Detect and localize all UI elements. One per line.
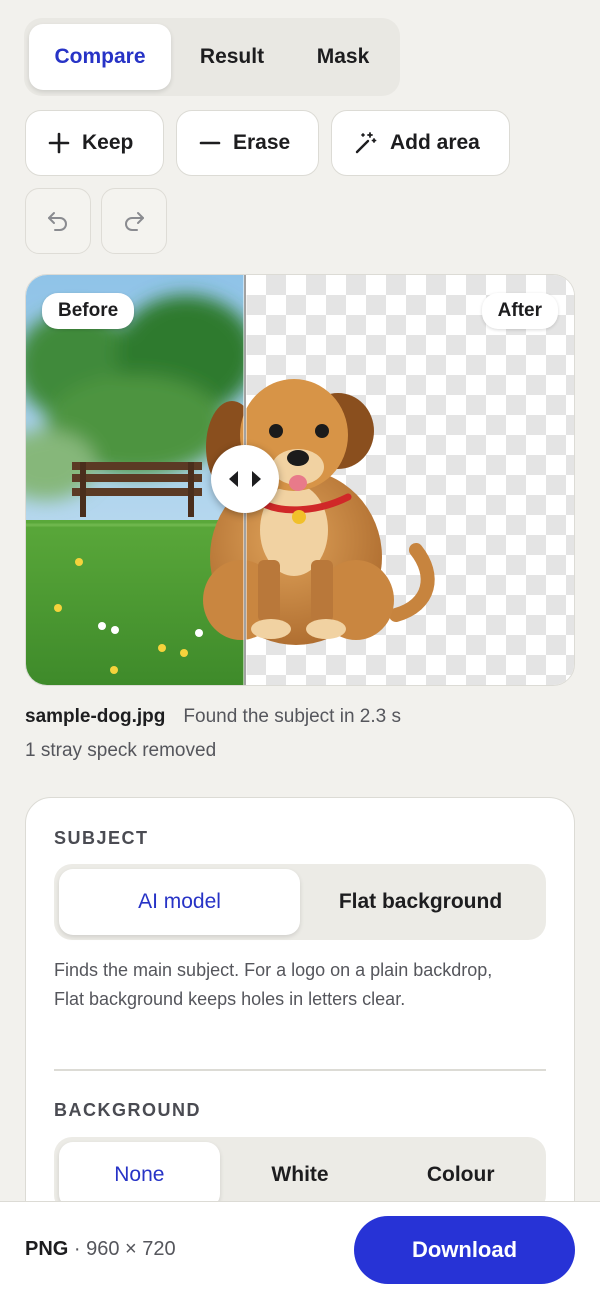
add-area-button[interactable]: Add area [331, 110, 510, 176]
add-area-label: Add area [390, 131, 480, 154]
redo-button[interactable] [101, 188, 167, 254]
subject-option-flat-background[interactable]: Flat background [300, 869, 541, 935]
export-format-type: PNG [25, 1238, 69, 1260]
background-option-colour[interactable]: Colour [380, 1142, 541, 1208]
preview-image [26, 275, 574, 685]
view-tabs: Compare Result Mask [24, 18, 400, 96]
processing-status: Found the subject in 2.3 s [183, 706, 401, 727]
export-dimensions: 960 × 720 [86, 1238, 176, 1260]
file-info: sample-dog.jpg Found the subject in 2.3 s [25, 706, 401, 728]
tab-result[interactable]: Result [171, 24, 293, 90]
subject-section-title: SUBJECT [54, 828, 149, 848]
undo-icon [48, 212, 67, 231]
tool-row: Keep Erase Add area [25, 110, 510, 176]
history-row [25, 188, 167, 254]
keep-label: Keep [82, 131, 134, 154]
background-section-title: BACKGROUND [54, 1100, 201, 1120]
tab-mask[interactable]: Mask [293, 24, 393, 90]
compare-slider-handle[interactable] [211, 445, 279, 513]
settings-panel: SUBJECT AI model Flat background Finds t… [25, 797, 575, 1257]
after-label: After [481, 293, 558, 329]
subject-mode-selector: AI model Flat background [54, 864, 546, 940]
plus-icon [48, 132, 70, 154]
erase-label: Erase [233, 131, 291, 154]
export-bar: PNG · 960 × 720 Download [0, 1201, 600, 1298]
magic-wand-icon [355, 132, 377, 154]
cleanup-note: 1 stray speck removed [25, 740, 217, 761]
before-label: Before [42, 293, 135, 329]
download-button[interactable]: Download [354, 1216, 575, 1284]
compare-preview[interactable]: Before After [25, 274, 575, 686]
subject-help-text: Finds the main subject. For a logo on a … [54, 960, 493, 1009]
erase-button[interactable]: Erase [176, 110, 319, 176]
background-option-white[interactable]: White [220, 1142, 381, 1208]
section-divider [54, 1069, 546, 1071]
minus-icon [199, 141, 221, 145]
tab-compare[interactable]: Compare [29, 24, 171, 90]
undo-button[interactable] [25, 188, 91, 254]
background-option-none[interactable]: None [59, 1142, 220, 1208]
export-format: PNG · 960 × 720 [25, 1238, 176, 1260]
drag-arrows-icon [229, 471, 261, 487]
subject-option-ai-model[interactable]: AI model [59, 869, 300, 935]
file-name: sample-dog.jpg [25, 706, 166, 727]
redo-icon [125, 212, 144, 231]
keep-button[interactable]: Keep [25, 110, 164, 176]
